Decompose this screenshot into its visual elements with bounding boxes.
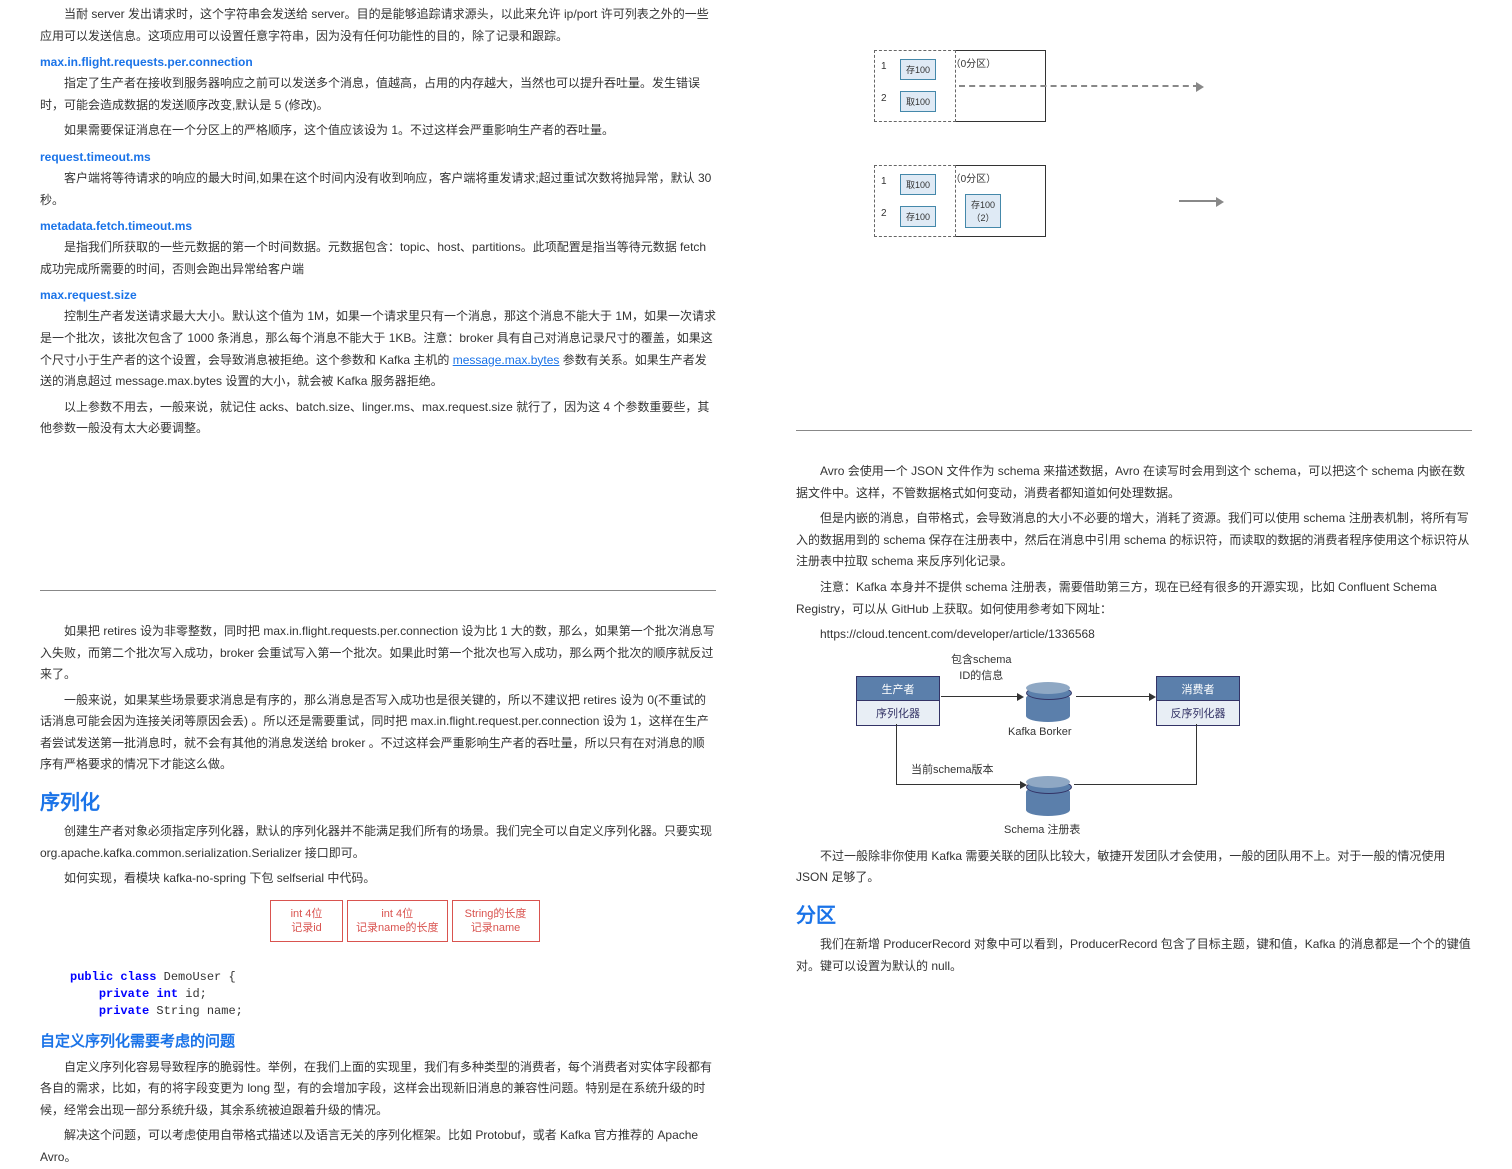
page-right: 1 存 100 2 取 100 Kafka（0分区） 1 存100 2 取100… xyxy=(756,0,1512,877)
broker-cylinder-icon xyxy=(1026,692,1070,722)
para: 如果需要保证消息在一个分区上的严格顺序，这个值应该设为 1。不过这样会严重影响生… xyxy=(40,120,716,142)
para: 以上参数不用去，一般来说，就记住 acks、batch.size、linger.… xyxy=(40,397,716,440)
para: 如果把 retires 设为非零整数，同时把 max.in.flight.req… xyxy=(40,621,716,686)
registry-label: Schema 注册表 xyxy=(1004,821,1080,837)
para: 控制生产者发送请求最大大小。默认这个值为 1M，如果一个请求里只有一个消息，那这… xyxy=(40,306,716,392)
heading-partition: 分区 xyxy=(796,899,1472,928)
diag-cell: 存100 xyxy=(900,206,936,227)
para: 是指我们所获取的一些元数据的第一个时间数据。元数据包含：topic、host、p… xyxy=(40,237,716,280)
url-text: https://cloud.tencent.com/developer/arti… xyxy=(796,624,1472,646)
diag-cell: 取100 xyxy=(900,91,936,112)
param-heading: max.request.size xyxy=(40,288,716,302)
page-left: 当耐 server 发出请求时，这个字符串会发送给 server。目的是能够追踪… xyxy=(0,0,756,877)
para: 当耐 server 发出请求时，这个字符串会发送给 server。目的是能够追踪… xyxy=(40,4,716,47)
deserializer-box: 反序列化器 xyxy=(1156,700,1240,726)
kafka-partition-diagram: 1 存 100 2 取 100 Kafka（0分区） 1 存100 2 取100… xyxy=(874,50,1394,290)
para: 解决这个问题，可以考虑使用自带格式描述以及语言无关的序列化框架。比如 Proto… xyxy=(40,1125,716,1168)
link-message-max-bytes[interactable]: message.max.bytes xyxy=(453,353,560,367)
serializer-box: 序列化器 xyxy=(856,700,940,726)
para: 指定了生产者在接收到服务器响应之前可以发送多个消息，值越高，占用的内存越大，当然… xyxy=(40,73,716,116)
para: 如何实现，看模块 kafka-no-spring 下包 selfserial 中… xyxy=(40,868,716,890)
para: 不过一般除非你使用 Kafka 需要关联的团队比较大，敏捷开发团队才会使用，一般… xyxy=(796,846,1472,889)
heading-serialization: 序列化 xyxy=(40,786,716,815)
para: 创建生产者对象必须指定序列化器，默认的序列化器并不能满足我们所有的场景。我们完全… xyxy=(40,821,716,864)
serialization-layout-diagram: int 4位 记录id int 4位 记录name的长度 String的长度 记… xyxy=(270,900,716,943)
para: Avro 会使用一个 JSON 文件作为 schema 来描述数据，Avro 在… xyxy=(796,461,1472,504)
broker-label: Kafka Borker xyxy=(1008,726,1072,738)
code-block: public class DemoUser { private int id; … xyxy=(70,952,716,1019)
heading-custom-serial: 自定义序列化需要考虑的问题 xyxy=(40,1030,716,1051)
para: 注意：Kafka 本身并不提供 schema 注册表，需要借助第三方，现在已经有… xyxy=(796,577,1472,620)
param-heading: request.timeout.ms xyxy=(40,150,716,164)
para: 但是内嵌的消息，自带格式，会导致消息的大小不必要的增大，消耗了资源。我们可以使用… xyxy=(796,508,1472,573)
consumer-box: 消费者 xyxy=(1156,676,1240,702)
producer-box: 生产者 xyxy=(856,676,940,702)
serial-box: int 4位 记录id xyxy=(270,900,343,943)
param-heading: max.in.flight.requests.per.connection xyxy=(40,55,716,69)
diag-cell: 取100 xyxy=(900,174,936,195)
registry-cylinder-icon xyxy=(1026,786,1070,816)
diag-cell: 存100 （2） xyxy=(965,194,1001,228)
para: 客户端将等待请求的响应的最大时间,如果在这个时间内没有收到响应，客户端将重发请求… xyxy=(40,168,716,211)
page-divider xyxy=(40,590,716,591)
schema-registry-diagram: 包含schema ID的信息 生产者 序列化器 Kafka Borker 消费者… xyxy=(856,656,1276,836)
diag-note: 当前schema版本 xyxy=(911,761,994,777)
diag-note: 包含schema ID的信息 xyxy=(951,651,1012,683)
serial-box: String的长度 记录name xyxy=(452,900,540,943)
para: 我们在新增 ProducerRecord 对象中可以看到，ProducerRec… xyxy=(796,934,1472,977)
diag-cell: 存100 xyxy=(900,59,936,80)
serial-box: int 4位 记录name的长度 xyxy=(347,900,448,943)
para: 自定义序列化容易导致程序的脆弱性。举例，在我们上面的实现里，我们有多种类型的消费… xyxy=(40,1057,716,1122)
param-heading: metadata.fetch.timeout.ms xyxy=(40,219,716,233)
para: 一般来说，如果某些场景要求消息是有序的，那么消息是否写入成功也是很关键的，所以不… xyxy=(40,690,716,776)
page-divider xyxy=(796,430,1472,431)
